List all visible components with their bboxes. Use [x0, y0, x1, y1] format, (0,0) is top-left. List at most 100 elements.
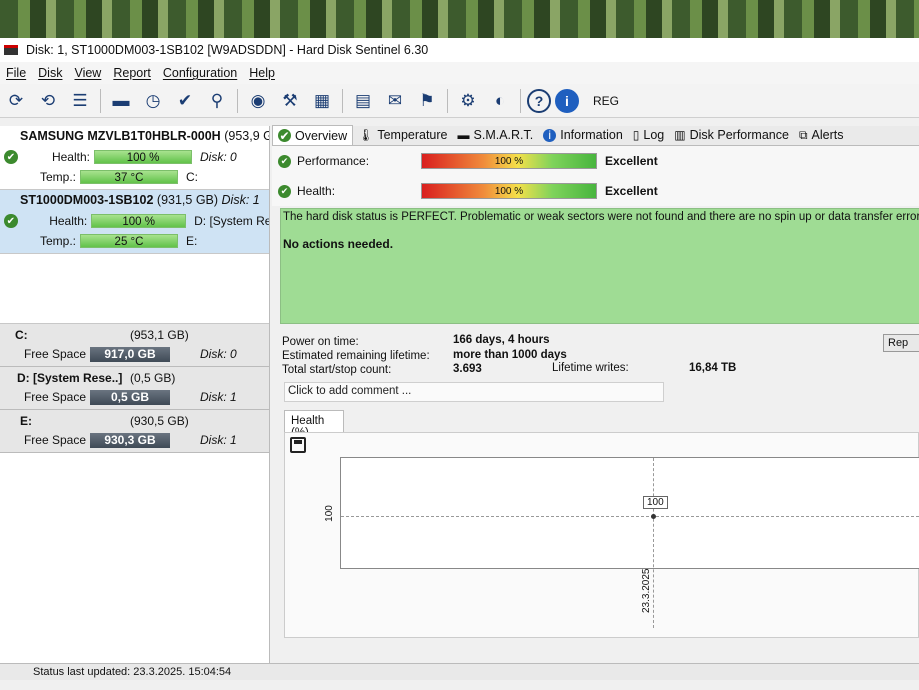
tab-label: Log	[643, 128, 665, 142]
health-rating: Excellent	[605, 184, 658, 198]
smart-icon: ▬	[457, 128, 470, 142]
toolbar-separator	[447, 88, 448, 113]
tab-bar: ✔ Overview 🌡 Temperature ▬ S.M.A.R.T. i …	[272, 125, 919, 146]
check-icon: ✔	[4, 214, 18, 228]
registration-label[interactable]: REG	[593, 94, 619, 108]
chart-plot-area: 100 100 23.3.2025	[324, 457, 919, 628]
volume-e[interactable]: E: (930,5 GB) Free Space 930,3 GB Disk: …	[0, 410, 269, 453]
performance-row: ✔ Performance: 100 % Excellent	[272, 146, 919, 176]
status-box: The hard disk status is PERFECT. Problem…	[280, 208, 919, 324]
data-point	[651, 514, 656, 519]
settings-icon[interactable]: ⚙	[454, 88, 482, 114]
check-icon: ✔	[278, 154, 291, 168]
disk-check-icon[interactable]: ✔	[171, 88, 199, 114]
y-tick-label: 100	[323, 505, 335, 522]
tab-label: Disk Performance	[689, 128, 789, 142]
health-bar: 100 %	[421, 183, 597, 199]
disk-temp-row: Temp.: 25 °C E:	[0, 231, 269, 251]
log-icon: ▯	[632, 128, 640, 142]
menu-help[interactable]: Help	[243, 66, 281, 80]
tab-disk-performance[interactable]: ▥ Disk Performance	[669, 125, 794, 145]
disk-panel: SAMSUNG MZVLB1T0HBLR-000H (953,9 G ✔ Hea…	[0, 126, 270, 678]
tab-health-chart[interactable]: Health (%)	[284, 410, 344, 439]
refresh-all-icon[interactable]: ⟲	[34, 88, 62, 114]
email-icon[interactable]: ✉	[381, 88, 409, 114]
tab-temperature[interactable]: 🌡 Temperature	[353, 125, 452, 145]
health-label: Health:	[49, 214, 88, 228]
temp-bar: 25 °C	[80, 234, 178, 248]
tab-log[interactable]: ▯ Log	[628, 125, 669, 145]
disk-info-icon[interactable]: ◉	[244, 88, 272, 114]
report-icon[interactable]: ▤	[349, 88, 377, 114]
comment-field[interactable]: Click to add comment ...	[284, 382, 664, 402]
disk-card-1[interactable]: ST1000DM003-1SB102 (931,5 GB) Disk: 1 ✔ …	[0, 190, 269, 254]
disk-title: SAMSUNG MZVLB1T0HBLR-000H (953,9 G	[0, 129, 269, 147]
menu-report[interactable]: Report	[107, 66, 157, 80]
check-icon: ✔	[4, 150, 18, 164]
disk-search-icon[interactable]: ⚲	[203, 88, 231, 114]
drive-letter: C:	[186, 170, 198, 184]
menu-file[interactable]: File	[0, 66, 32, 80]
report-button[interactable]: Rep	[883, 334, 919, 352]
disk-model: ST1000DM003-1SB102	[20, 193, 154, 207]
tab-smart[interactable]: ▬ S.M.A.R.T.	[453, 125, 539, 145]
chart-icon: ▥	[674, 128, 686, 142]
tab-label: Temperature	[377, 128, 448, 142]
drive-letter: D: [System Re	[194, 214, 269, 228]
health-bar: 100 %	[94, 150, 192, 164]
volume-disk: Disk: 0	[200, 347, 237, 361]
health-bar: 100 %	[91, 214, 187, 228]
startstop-label: Total start/stop count:	[282, 364, 392, 376]
toolbar: ⟳ ⟲ ☰ ▬ ◷ ✔ ⚲ ◉ ⚒ ▦ ▤ ✉ ⚑ ⚙ ◐ ? i REG	[0, 84, 919, 118]
disk-drive-icon[interactable]: ▦	[308, 88, 336, 114]
volume-c[interactable]: C: (953,1 GB) Free Space 917,0 GB Disk: …	[0, 324, 269, 367]
actions-text: No actions needed.	[283, 237, 394, 251]
sound-icon[interactable]: ◐	[486, 88, 514, 114]
app-icon	[4, 45, 18, 55]
performance-label: Performance:	[297, 154, 370, 168]
menu-configuration[interactable]: Configuration	[157, 66, 243, 80]
writes-value: 16,84 TB	[689, 362, 737, 374]
network-icon[interactable]: ⚑	[413, 88, 441, 114]
volume-d[interactable]: D: [System Rese..] (0,5 GB) Free Space 0…	[0, 367, 269, 410]
free-space-bar: 0,5 GB	[90, 389, 170, 405]
volume-size: (930,5 GB)	[130, 414, 189, 428]
help-icon[interactable]: ?	[527, 88, 551, 113]
tab-alerts[interactable]: ⧉ Alerts	[794, 125, 849, 145]
tab-overview[interactable]: ✔ Overview	[272, 125, 354, 145]
check-icon: ✔	[278, 184, 291, 198]
toolbar-separator	[237, 88, 238, 113]
performance-rating: Excellent	[605, 154, 658, 168]
disk-list-empty	[0, 254, 269, 324]
health-row: ✔ Health: 100 % Excellent	[272, 176, 919, 206]
volume-size: (0,5 GB)	[130, 371, 176, 385]
menu-disk[interactable]: Disk	[32, 66, 68, 80]
desktop-wallpaper	[0, 0, 919, 42]
tab-label: Overview	[295, 128, 348, 143]
writes-label: Lifetime writes:	[552, 362, 629, 374]
disk-test-icon[interactable]: ▬	[107, 88, 135, 114]
info-icon[interactable]: i	[555, 88, 579, 113]
free-space-label: Free Space	[23, 433, 86, 447]
free-space-bar: 930,3 GB	[90, 432, 170, 448]
details-panel: ✔ Overview 🌡 Temperature ▬ S.M.A.R.T. i …	[272, 125, 919, 678]
volume-disk: Disk: 1	[200, 390, 237, 404]
toolbar-separator	[100, 88, 101, 113]
disk-card-0[interactable]: SAMSUNG MZVLB1T0HBLR-000H (953,9 G ✔ Hea…	[0, 126, 269, 190]
x-tick-label: 23.3.2025	[641, 568, 652, 614]
tab-label: Information	[560, 128, 623, 142]
disk-list-icon[interactable]: ☰	[66, 88, 94, 114]
refresh-icon[interactable]: ⟳	[2, 88, 30, 114]
disk-timer-icon[interactable]: ◷	[139, 88, 167, 114]
disk-tools-icon[interactable]: ⚒	[276, 88, 304, 114]
volume-disk: Disk: 1	[200, 433, 237, 447]
tab-information[interactable]: i Information	[538, 125, 628, 145]
disk-model: SAMSUNG MZVLB1T0HBLR-000H	[20, 129, 221, 143]
save-icon[interactable]	[290, 437, 306, 453]
temp-label: Temp.:	[39, 234, 76, 248]
app-window: Disk: 1, ST1000DM003-1SB102 [W9ADSDDN] -…	[0, 38, 919, 690]
temp-label: Temp.:	[39, 170, 76, 184]
menu-view[interactable]: View	[68, 66, 107, 80]
tab-label: Alerts	[811, 128, 844, 142]
toolbar-separator	[342, 88, 343, 113]
